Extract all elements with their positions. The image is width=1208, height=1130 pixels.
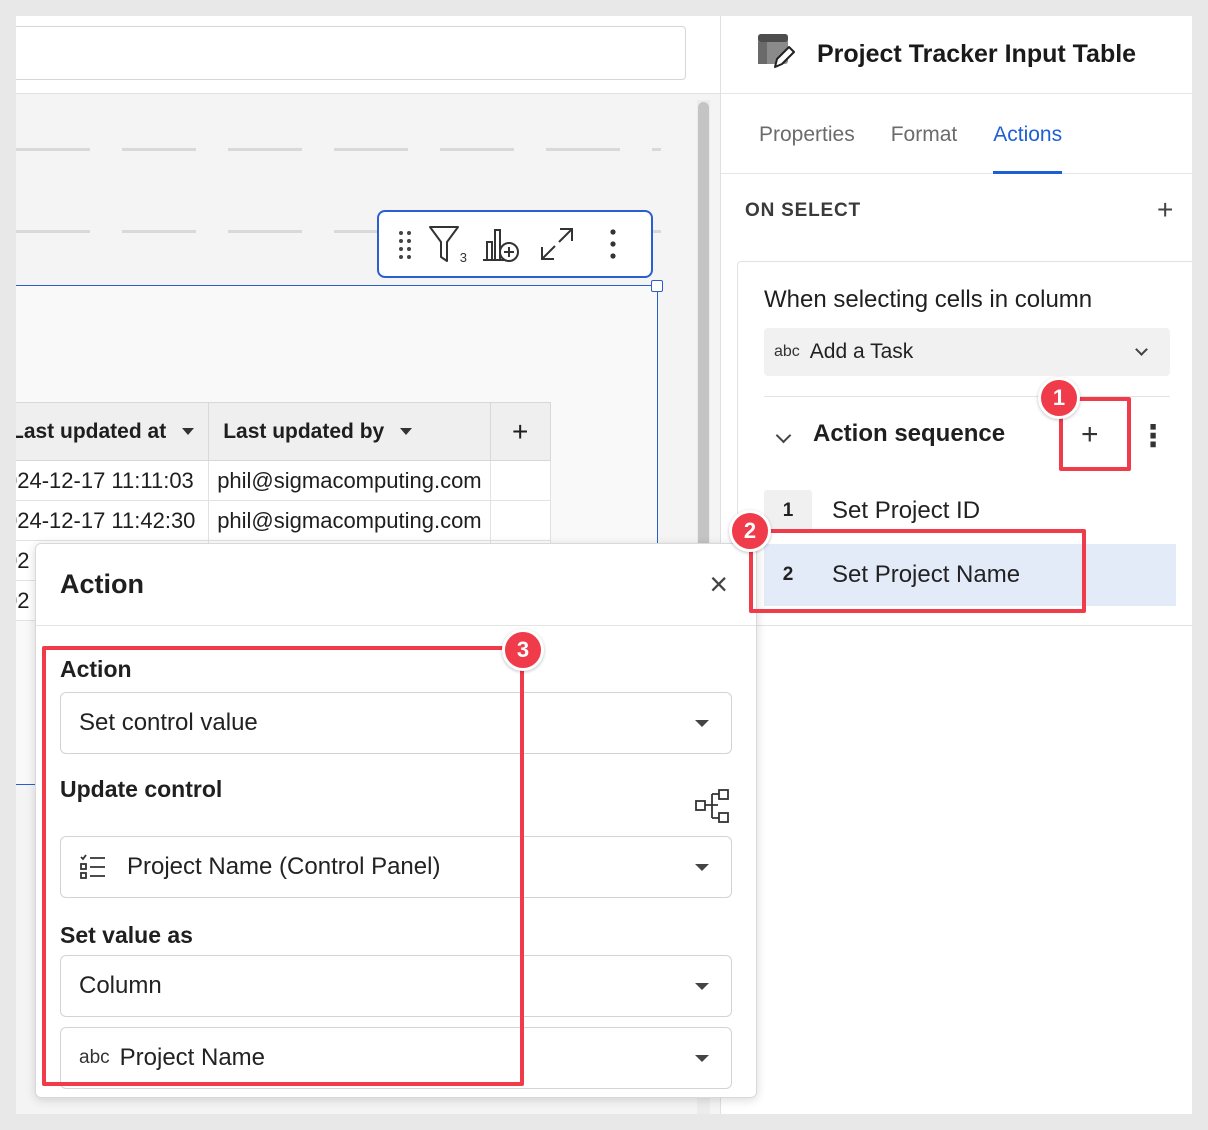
tab-properties[interactable]: Properties <box>759 123 855 173</box>
on-select-heading: ON SELECT <box>745 200 861 221</box>
annotation-badge-2: 2 <box>729 510 771 552</box>
kebab-menu-icon[interactable] <box>585 219 641 269</box>
table-cell[interactable]: phil@sigmacomputing.com <box>208 460 491 501</box>
input-table-icon <box>757 33 795 76</box>
add-column-button[interactable]: + <box>489 402 551 461</box>
formula-bar[interactable] <box>16 26 686 80</box>
close-icon[interactable]: × <box>709 568 728 600</box>
sort-caret-icon[interactable] <box>182 428 195 436</box>
set-value-column-value: Project Name <box>119 1044 266 1071</box>
add-action-trigger-button[interactable]: + <box>1157 196 1173 224</box>
dropdown-caret-icon <box>695 1055 709 1062</box>
annotation-badge-3: 3 <box>502 629 544 671</box>
app-window: 3 Last updated at Last updated by + 024-… <box>16 16 1192 1114</box>
action-field-label: Action <box>60 656 132 682</box>
table-row[interactable]: 024-12-17 11:11:03 phil@sigmacomputing.c… <box>16 460 551 501</box>
dropdown-caret-icon <box>695 983 709 990</box>
add-chart-icon[interactable] <box>473 219 529 269</box>
chevron-down-icon <box>1135 343 1148 356</box>
table-cell[interactable]: 024-12-17 11:42:30 <box>16 500 210 541</box>
column-select-value: Add a Task <box>809 340 914 363</box>
control-tree-icon[interactable] <box>694 788 730 829</box>
element-toolbar: 3 <box>377 210 653 278</box>
collapse-chevron-icon[interactable] <box>775 427 792 444</box>
action-label: Set Project ID <box>832 497 981 524</box>
table-cell[interactable]: 024-12-17 11:11:03 <box>16 460 210 501</box>
update-control-label: Update control <box>60 776 223 802</box>
divider <box>764 396 1170 397</box>
action-trigger-card: When selecting cells in column abc Add a… <box>737 261 1192 626</box>
panel-tabs: Properties Format Actions <box>721 94 1192 174</box>
set-value-type-select[interactable]: Column <box>60 955 732 1017</box>
filter-icon[interactable]: 3 <box>417 219 473 269</box>
column-header-label: Last updated by <box>223 419 385 443</box>
action-number: 2 <box>782 564 794 585</box>
text-type-icon: abc <box>79 1047 110 1068</box>
editor-panel: Project Tracker Input Table Properties F… <box>720 16 1192 1114</box>
action-sequence-title: Action sequence <box>813 420 1006 447</box>
tab-format[interactable]: Format <box>891 123 958 173</box>
canvas-topbar <box>16 16 720 94</box>
action-item-set-project-name[interactable]: 2 Set Project Name <box>764 544 1176 606</box>
panel-header: Project Tracker Input Table <box>721 16 1192 94</box>
dropdown-caret-icon <box>695 720 709 727</box>
table-cell[interactable]: phil@sigmacomputing.com <box>208 500 491 541</box>
column-header-last-updated-at[interactable]: Last updated at <box>16 402 210 461</box>
set-value-type-value: Column <box>79 972 162 999</box>
action-modal: Action × Action Set control value Update… <box>35 543 757 1098</box>
when-selecting-label: When selecting cells in column <box>764 286 1093 313</box>
modal-title: Action <box>60 569 144 599</box>
sequence-menu-icon[interactable]: ⋮ <box>1138 422 1168 452</box>
table-row[interactable]: 024-12-17 11:42:30 phil@sigmacomputing.c… <box>16 500 551 541</box>
table-cell[interactable] <box>489 460 551 501</box>
drag-handle-icon[interactable] <box>393 219 417 269</box>
action-type-select[interactable]: Set control value <box>60 692 732 754</box>
filter-count-badge: 3 <box>459 250 467 265</box>
column-header-label: Last updated at <box>16 419 167 443</box>
panel-title: Project Tracker Input Table <box>817 40 1137 68</box>
action-type-value: Set control value <box>79 709 258 736</box>
text-type-icon: abc <box>774 343 800 360</box>
resize-handle[interactable] <box>651 280 663 292</box>
tab-actions[interactable]: Actions <box>993 123 1062 174</box>
table-cell[interactable] <box>489 500 551 541</box>
expand-icon[interactable] <box>529 219 585 269</box>
update-control-value: Project Name (Control Panel) <box>127 853 441 880</box>
sort-caret-icon[interactable] <box>400 428 413 436</box>
dropdown-caret-icon <box>695 864 709 871</box>
column-header-last-updated-by[interactable]: Last updated by <box>208 402 491 461</box>
action-number: 1 <box>764 490 812 532</box>
set-value-column-select[interactable]: abc Project Name <box>60 1027 732 1089</box>
update-control-select[interactable]: Project Name (Control Panel) <box>60 836 732 898</box>
modal-header: Action <box>36 544 756 626</box>
set-value-label: Set value as <box>60 922 193 948</box>
annotation-badge-1: 1 <box>1038 377 1080 419</box>
add-action-button[interactable]: + <box>1081 420 1099 450</box>
placeholder-divider <box>16 148 661 151</box>
action-label: Set Project Name <box>832 561 1021 588</box>
list-control-icon <box>79 854 107 880</box>
column-select[interactable]: abc Add a Task <box>764 328 1170 376</box>
action-item-set-project-id[interactable]: 1 Set Project ID <box>764 480 1176 542</box>
